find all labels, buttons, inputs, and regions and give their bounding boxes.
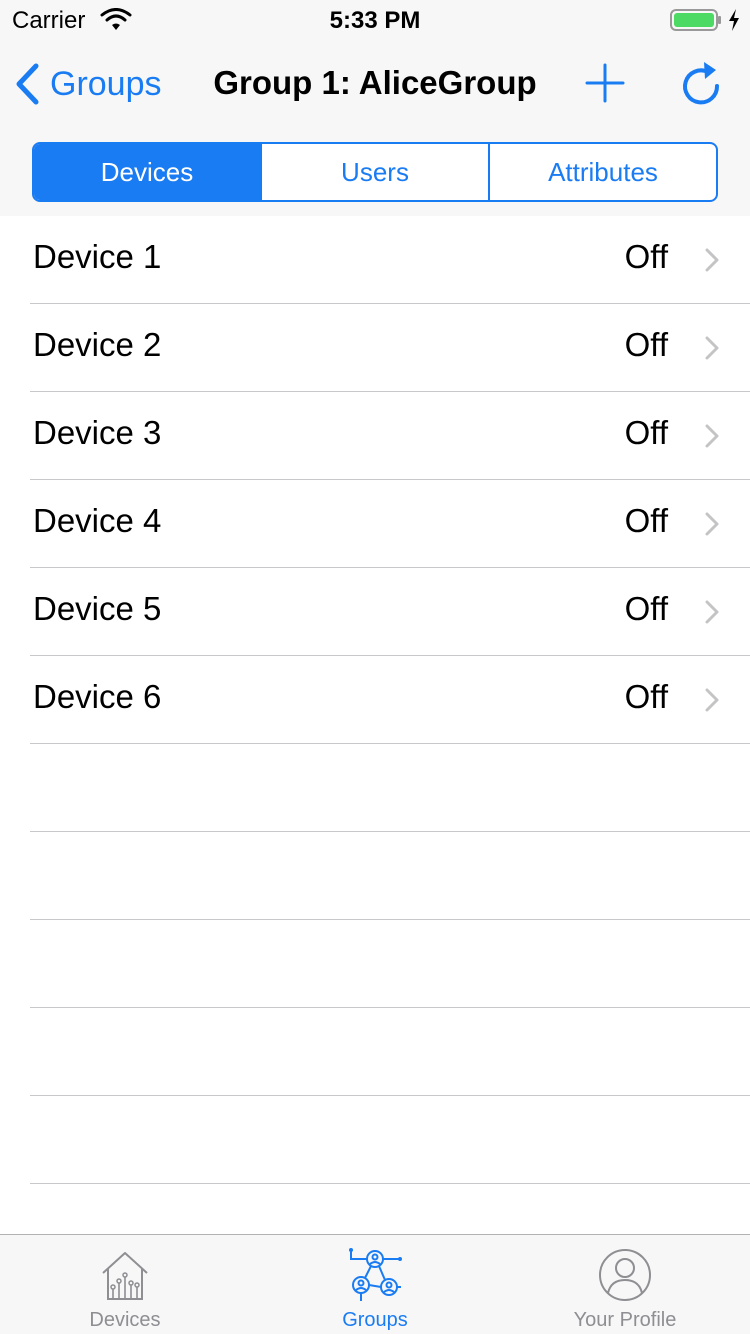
device-name: Device 4 xyxy=(33,502,162,539)
device-name: Device 5 xyxy=(33,590,162,627)
device-name: Device 3 xyxy=(33,414,162,451)
status-time: 5:33 PM xyxy=(329,7,421,34)
list-item[interactable]: Device 2 Off xyxy=(0,304,750,392)
list-item[interactable]: Device 3 Off xyxy=(0,392,750,480)
back-label: Groups xyxy=(50,64,162,103)
segment-users[interactable]: Users xyxy=(260,144,488,200)
device-status: Off xyxy=(624,238,668,275)
empty-row xyxy=(0,920,750,1008)
charging-bolt-icon xyxy=(729,9,739,31)
tab-label: Groups xyxy=(342,1309,408,1331)
tab-label: Devices xyxy=(89,1309,161,1331)
screen: Carrier 5:33 PM Groups Group 1: AliceGro… xyxy=(0,0,750,1334)
battery-icon xyxy=(670,9,721,31)
chevron-right-icon xyxy=(705,688,719,712)
device-status: Off xyxy=(624,326,668,363)
device-status: Off xyxy=(624,414,668,451)
group-network-icon xyxy=(349,1248,402,1301)
empty-row xyxy=(0,832,750,920)
tab-your-profile[interactable]: Your Profile xyxy=(500,1235,750,1334)
chevron-right-icon xyxy=(705,512,719,536)
list-item[interactable]: Device 6 Off xyxy=(0,656,750,744)
segmented-control: Devices Users Attributes xyxy=(32,142,718,202)
chevron-right-icon xyxy=(705,600,719,624)
device-name: Device 2 xyxy=(33,326,162,363)
empty-row xyxy=(0,1096,750,1184)
device-status: Off xyxy=(624,590,668,627)
back-chevron-icon xyxy=(16,63,39,105)
tab-label: Your Profile xyxy=(573,1309,677,1331)
list-item[interactable]: Device 4 Off xyxy=(0,480,750,568)
tab-groups[interactable]: Groups xyxy=(250,1235,500,1334)
device-list: Device 1 Off Device 2 Off Device 3 Off D… xyxy=(0,216,750,1234)
list-item[interactable]: Device 1 Off xyxy=(0,216,750,304)
tab-bar: Devices Groups Your Profile xyxy=(0,1234,750,1334)
back-button[interactable]: Groups xyxy=(14,62,162,106)
page-title: Group 1: AliceGroup xyxy=(213,64,537,101)
plus-icon[interactable] xyxy=(584,62,626,104)
tab-devices[interactable]: Devices xyxy=(0,1235,250,1334)
house-circuit-icon xyxy=(102,1252,148,1300)
navigation-bar: Groups Group 1: AliceGroup Devices Users… xyxy=(0,40,750,216)
chevron-right-icon xyxy=(705,424,719,448)
segment-devices[interactable]: Devices xyxy=(34,144,260,200)
device-status: Off xyxy=(624,502,668,539)
list-item[interactable]: Device 5 Off xyxy=(0,568,750,656)
status-bar: Carrier 5:33 PM xyxy=(0,0,750,40)
device-status: Off xyxy=(624,678,668,715)
refresh-icon[interactable] xyxy=(678,60,724,108)
chevron-right-icon xyxy=(705,336,719,360)
chevron-right-icon xyxy=(705,248,719,272)
empty-row xyxy=(0,1008,750,1096)
profile-icon xyxy=(599,1249,651,1301)
empty-row xyxy=(0,744,750,832)
device-name: Device 1 xyxy=(33,238,162,275)
device-name: Device 6 xyxy=(33,678,162,715)
segment-attributes[interactable]: Attributes xyxy=(488,144,716,200)
